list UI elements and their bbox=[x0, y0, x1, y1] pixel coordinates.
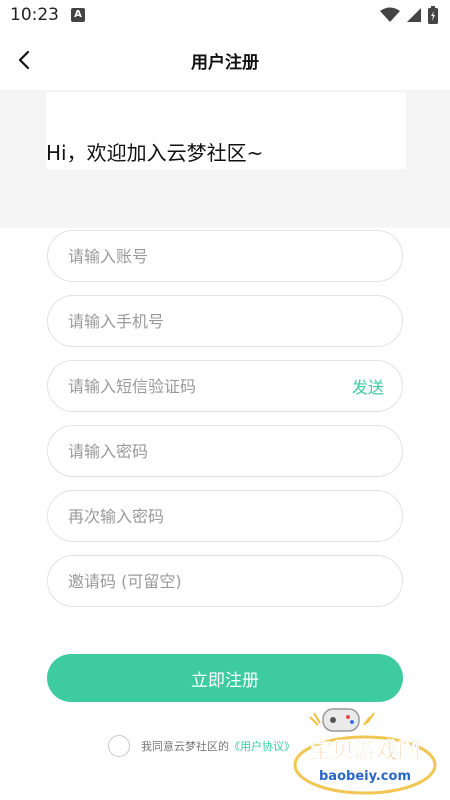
status-icons bbox=[380, 6, 438, 24]
cell-signal-icon bbox=[407, 8, 421, 22]
watermark-text: 宝贝游戏网 bbox=[310, 738, 420, 764]
agree-checkbox[interactable] bbox=[108, 735, 130, 757]
page-title: 用户注册 bbox=[191, 52, 259, 73]
invite-code-input[interactable] bbox=[68, 571, 384, 591]
gamepad-icon bbox=[322, 708, 360, 732]
chevron-left-icon bbox=[18, 50, 30, 70]
watermark-logo: 宝贝游戏网 baobeiy.com bbox=[293, 708, 437, 795]
status-bar: 10:23 A bbox=[0, 0, 450, 30]
send-code-button[interactable]: 发送 bbox=[352, 374, 384, 398]
confirm-password-field[interactable] bbox=[47, 490, 403, 542]
phone-input[interactable] bbox=[68, 311, 384, 331]
agreement-text: 我同意云梦社区的 bbox=[141, 740, 229, 753]
welcome-banner: Hi，欢迎加入云梦社区~ bbox=[0, 90, 450, 228]
confirm-password-input[interactable] bbox=[68, 506, 384, 526]
app-bar: 用户注册 bbox=[0, 30, 450, 90]
app-notification-icon: A bbox=[71, 8, 85, 22]
watermark-url: baobeiy.com bbox=[319, 769, 411, 784]
register-button[interactable]: 立即注册 bbox=[47, 654, 403, 702]
welcome-greeting: Hi，欢迎加入云梦社区~ bbox=[46, 141, 264, 165]
wifi-icon bbox=[380, 7, 400, 22]
invite-code-field[interactable] bbox=[47, 555, 403, 607]
phone-field[interactable] bbox=[47, 295, 403, 347]
sms-code-field[interactable]: 发送 bbox=[47, 360, 403, 412]
account-field[interactable] bbox=[47, 230, 403, 282]
agreement-row: 我同意云梦社区的 《用户协议》 bbox=[108, 735, 295, 757]
sms-code-input[interactable] bbox=[68, 376, 352, 396]
status-time: 10:23 bbox=[10, 5, 59, 25]
password-field[interactable] bbox=[47, 425, 403, 477]
account-input[interactable] bbox=[68, 246, 384, 266]
password-input[interactable] bbox=[68, 441, 384, 461]
battery-icon bbox=[428, 6, 438, 24]
back-button[interactable] bbox=[6, 40, 42, 80]
